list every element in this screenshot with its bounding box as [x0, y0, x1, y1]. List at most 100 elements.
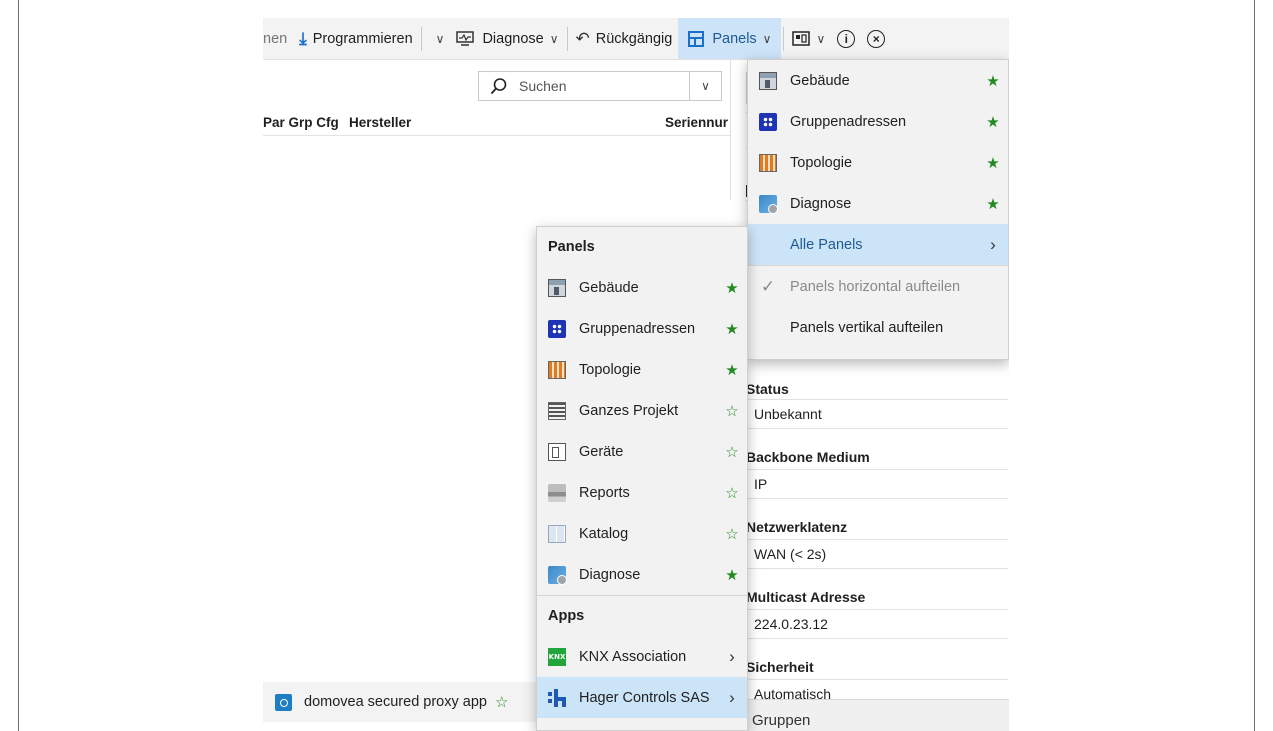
submenu-item-label: Topologie	[579, 361, 642, 378]
menu-item-split-horizontal[interactable]: ✓ Panels horizontal aufteilen	[748, 266, 1008, 307]
menu-item-all-panels[interactable]: Alle Panels ›	[748, 224, 1008, 265]
diagnostics-icon	[759, 194, 778, 214]
close-icon: ×	[867, 29, 886, 48]
program-dropdown-button[interactable]: ∨	[424, 18, 451, 59]
favorite-star-icon[interactable]: ★	[978, 154, 1008, 172]
menu-item-label: Panels vertikal aufteilen	[790, 319, 944, 336]
favorite-star-icon[interactable]: ★	[717, 279, 747, 297]
menu-item-label: Topologie	[790, 154, 853, 171]
column-header-flags[interactable]: Par Grp Cfg	[263, 115, 349, 130]
pane-divider[interactable]	[730, 60, 731, 200]
favorite-star-icon[interactable]: ★	[978, 113, 1008, 131]
status-app-label: domovea secured proxy app	[304, 694, 487, 710]
toolbar: nen ⤓ Programmieren ∨ Diagnose ∨ ↶ Rückg…	[263, 18, 1009, 60]
building-icon	[759, 71, 777, 90]
menu-item-label: Gebäude	[790, 72, 850, 89]
panels-icon	[688, 30, 705, 47]
menu-item-label: Gruppenadressen	[790, 113, 907, 130]
group-addresses-icon	[548, 319, 566, 338]
chevron-right-icon: ›	[990, 234, 996, 254]
favorite-star-icon[interactable]: ★	[717, 320, 747, 338]
menu-item-gebaeude[interactable]: Gebäude ★	[748, 60, 1008, 101]
submenu-item-label: Gruppenadressen	[579, 320, 696, 337]
property-value[interactable]: WAN (< 2s)	[746, 539, 1008, 569]
favorite-star-outline-icon[interactable]: ☆	[717, 402, 747, 420]
favorite-star-outline-icon[interactable]: ☆	[717, 525, 747, 543]
submenu-item-hager-controls[interactable]: Hager Controls SAS ›	[537, 677, 747, 718]
submenu-item-knx-association[interactable]: KNX KNX Association ›	[537, 636, 747, 677]
building-icon	[548, 278, 566, 297]
property-value[interactable]: IP	[746, 469, 1008, 499]
outer-frame-left	[18, 0, 19, 731]
submenu-item-ganzes-projekt[interactable]: Ganzes Projekt ☆	[537, 390, 747, 431]
workspace-icon	[792, 30, 811, 46]
search-box[interactable]: Suchen ∨	[478, 71, 722, 101]
topology-icon	[759, 153, 777, 172]
info-icon: i	[837, 29, 856, 48]
download-icon: ⤓	[299, 28, 307, 48]
search-input[interactable]: Suchen	[519, 78, 689, 94]
menu-item-split-vertical[interactable]: Panels vertikal aufteilen	[748, 307, 1008, 348]
knx-icon: KNX	[548, 647, 566, 666]
chevron-down-icon: ∨	[435, 31, 445, 46]
property-label: Sicherheit	[746, 659, 814, 675]
chevron-down-icon: ∨	[816, 31, 826, 46]
diagnose-button[interactable]: Diagnose ∨	[450, 18, 564, 59]
property-label: Multicast Adresse	[746, 589, 866, 605]
panels-dropdown-menu: Gebäude ★ Gruppenadressen ★ Topologie ★ …	[747, 59, 1009, 360]
submenu-item-label: Ganzes Projekt	[579, 402, 679, 419]
submenu-item-label: KNX Association	[579, 648, 687, 665]
submenu-item-geraete[interactable]: Geräte ☆	[537, 431, 747, 472]
favorite-star-outline-icon[interactable]: ☆	[495, 693, 508, 711]
property-label: Backbone Medium	[746, 449, 870, 465]
chevron-down-icon: ∨	[762, 31, 772, 46]
hager-icon	[548, 688, 566, 707]
submenu-item-diagnose[interactable]: Diagnose ★	[537, 554, 747, 595]
submenu-item-reports[interactable]: Reports ☆	[537, 472, 747, 513]
group-addresses-icon	[759, 112, 777, 131]
submenu-item-gebaeude[interactable]: Gebäude ★	[537, 267, 747, 308]
menu-item-topologie[interactable]: Topologie ★	[748, 142, 1008, 183]
undo-label: Rückgängig	[595, 30, 673, 47]
status-app-item[interactable]: domovea secured proxy app ☆	[263, 682, 536, 722]
favorite-star-icon[interactable]: ★	[978, 195, 1008, 213]
submenu-section-header: Apps	[548, 608, 585, 624]
close-button[interactable]: ×	[861, 18, 891, 59]
submenu-item-label: Diagnose	[579, 566, 641, 583]
search-dropdown-button[interactable]: ∨	[689, 72, 721, 100]
chevron-right-icon: ›	[729, 687, 735, 707]
menu-item-gruppenadressen[interactable]: Gruppenadressen ★	[748, 101, 1008, 142]
info-button[interactable]: i	[831, 18, 861, 59]
toolbar-separator	[566, 26, 568, 51]
topology-icon	[548, 360, 566, 379]
undo-button[interactable]: ↶ Rückgängig	[570, 18, 679, 59]
panels-label: Panels	[712, 30, 757, 47]
submenu-item-topologie[interactable]: Topologie ★	[537, 349, 747, 390]
favorite-star-icon[interactable]: ★	[978, 72, 1008, 90]
property-value[interactable]: 224.0.23.12	[746, 609, 1008, 639]
menu-item-diagnose[interactable]: Diagnose ★	[748, 183, 1008, 224]
panels-button[interactable]: Panels ∨	[678, 18, 782, 59]
toolbar-cut-item[interactable]: nen	[263, 18, 293, 59]
property-label: Status	[746, 381, 789, 397]
submenu-section-header: Panels	[548, 239, 595, 255]
workspace-button[interactable]: ∨	[786, 18, 831, 59]
favorite-star-icon[interactable]: ★	[717, 361, 747, 379]
submenu-item-label: Reports	[579, 484, 630, 501]
menu-item-label: Panels horizontal aufteilen	[790, 278, 961, 295]
submenu-item-katalog[interactable]: Katalog ☆	[537, 513, 747, 554]
submenu-item-gruppenadressen[interactable]: Gruppenadressen ★	[537, 308, 747, 349]
program-button[interactable]: ⤓ Programmieren	[293, 18, 418, 59]
bottom-panel-tab[interactable]: Gruppen	[746, 699, 1009, 731]
table-header: Par Grp Cfg Hersteller Seriennur	[263, 110, 730, 136]
favorite-star-outline-icon[interactable]: ☆	[717, 484, 747, 502]
favorite-star-icon[interactable]: ★	[717, 566, 747, 584]
proxy-app-icon	[275, 693, 292, 711]
property-label: Netzwerklatenz	[746, 519, 848, 535]
column-header-serial[interactable]: Seriennur	[649, 115, 730, 130]
column-header-manufacturer[interactable]: Hersteller	[349, 115, 649, 130]
monitor-icon	[456, 30, 475, 46]
property-value[interactable]: Unbekannt	[746, 399, 1008, 429]
toolbar-cut-label: nen	[263, 30, 288, 47]
favorite-star-outline-icon[interactable]: ☆	[717, 443, 747, 461]
